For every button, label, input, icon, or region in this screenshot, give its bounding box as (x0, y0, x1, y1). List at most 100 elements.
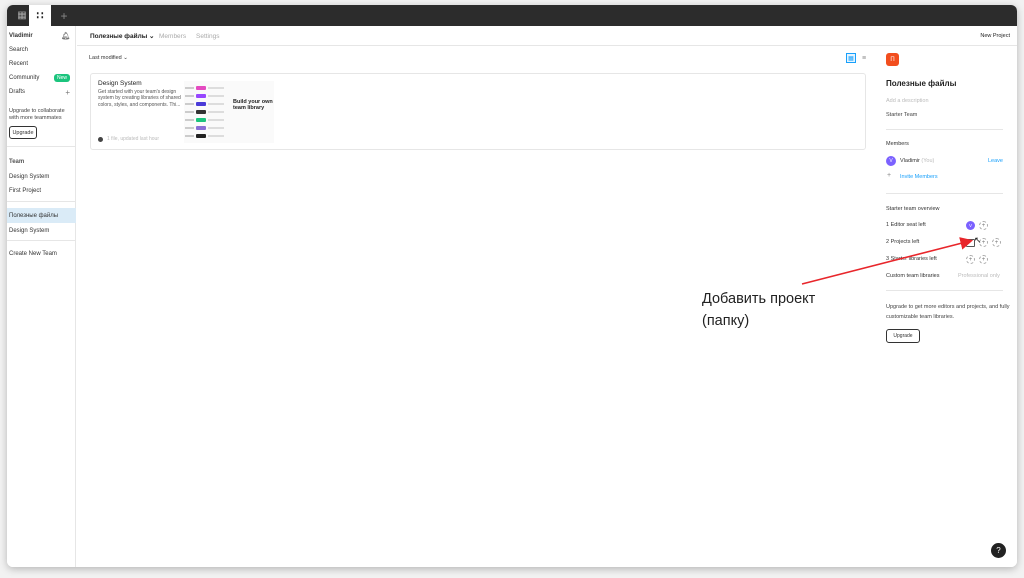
create-new-team-button[interactable]: Create New Team (7, 247, 76, 261)
divider (886, 193, 1003, 194)
sidebar-item-label: Design System (9, 174, 50, 180)
add-library-plus-icon[interactable]: + (966, 255, 975, 264)
sidebar-item-first-project[interactable]: First Project (7, 184, 76, 198)
sidebar-section-label: Team (9, 159, 25, 165)
overview-heading: Starter team overview (886, 206, 940, 212)
thumb-swatch (196, 118, 206, 122)
thumb-line (208, 127, 224, 129)
add-library-plus-icon-2[interactable]: + (979, 255, 988, 264)
annotation-text: Добавить проект (папку) (702, 288, 862, 332)
sort-dropdown[interactable]: Last modified ⌄ (89, 55, 128, 61)
thumb-swatch (196, 134, 206, 138)
thumb-line (185, 135, 194, 137)
avatar: V (886, 156, 896, 166)
sidebar-item-label: Drafts (9, 89, 26, 95)
list-view-icon[interactable]: ≡ (859, 53, 869, 63)
professional-only-label: Professional only (958, 273, 1000, 279)
thumb-line (208, 95, 224, 97)
editor-seats-row: 1 Editor seat left (886, 222, 926, 228)
sidebar-item-useful-files[interactable]: Полезные файлы (7, 208, 76, 223)
thumb-line (185, 111, 194, 113)
description-input[interactable]: Add a description (886, 98, 929, 104)
thumb-swatch (196, 110, 206, 114)
project-card[interactable]: Design System Get started with your team… (90, 73, 866, 150)
team-header: Полезные файлы ⌄ Members Settings New Pr… (77, 26, 1017, 46)
thumb-line (185, 103, 194, 105)
annotation-line-1: Добавить проект (702, 291, 816, 307)
custom-libraries-row: Custom team libraries (886, 273, 940, 279)
grid-view-icon[interactable]: ▦ (846, 53, 856, 63)
members-heading: Members (886, 141, 909, 147)
sidebar-upgrade-button[interactable]: Upgrade (9, 126, 37, 139)
thumb-line (208, 87, 224, 89)
project-status-dot (98, 137, 103, 142)
divider (886, 129, 1003, 130)
annotation-line-2: (папку) (702, 313, 750, 329)
invite-plus-icon[interactable]: + (887, 172, 891, 179)
sidebar-item-label: Полезные файлы (9, 212, 59, 219)
team-title: Полезные файлы (886, 79, 957, 88)
sidebar-item-label: Recent (9, 61, 29, 67)
thumb-line (185, 119, 194, 121)
team-avatar[interactable]: П (886, 53, 899, 66)
plan-label: Starter Team (886, 112, 918, 118)
sidebar-item-design-system[interactable]: Design System (7, 170, 76, 184)
sidebar-item-recent[interactable]: Recent (7, 57, 76, 71)
divider (886, 290, 1003, 291)
invite-members-link[interactable]: Invite Members (900, 174, 938, 180)
new-badge: New (53, 74, 70, 82)
project-meta: 1 file, updated last hour (107, 136, 159, 142)
bell-icon[interactable]: 🔔︎ (61, 32, 70, 40)
leave-team-link[interactable]: Leave (988, 158, 1003, 164)
team-section-heading[interactable]: Team (7, 155, 76, 169)
sidebar-item-label: Community (9, 75, 40, 81)
user-menu[interactable]: Vladimir 🔔︎ (7, 29, 76, 43)
project-description: Get started with your team's design syst… (98, 89, 181, 108)
thumb-swatch (196, 126, 206, 130)
thumb-line (185, 95, 194, 97)
divider (7, 146, 76, 147)
sidebar-item-search[interactable]: Search (7, 43, 76, 57)
add-draft-plus-icon[interactable]: + (65, 88, 70, 97)
project-thumbnail: Build your own team library (184, 81, 274, 143)
new-project-button[interactable]: New Project (980, 26, 1010, 46)
sidebar-item-drafts[interactable]: Drafts + (7, 85, 76, 99)
project-title: Design System (98, 80, 142, 87)
sidebar-item-design-system-2[interactable]: Design System (7, 224, 76, 238)
tab-settings[interactable]: Settings (196, 26, 220, 46)
thumbnail-heading: Build your own team library (233, 99, 273, 111)
team-name-dropdown[interactable]: Полезные файлы ⌄ (90, 26, 155, 46)
mouse-cursor-icon: ↖ (974, 235, 982, 245)
thumb-line (185, 127, 194, 129)
thumb-line (208, 103, 224, 105)
member-name-text: Vladimir (900, 158, 920, 164)
panel-upgrade-button[interactable]: Upgrade (886, 329, 920, 343)
member-name: Vladimir (You) (900, 158, 934, 164)
sidebar: Vladimir 🔔︎ Search Recent Community New … (7, 26, 76, 567)
add-editor-plus-icon[interactable]: + (979, 221, 988, 230)
sidebar-item-community[interactable]: Community New (7, 71, 76, 85)
divider (7, 201, 76, 202)
new-tab-plus-icon[interactable]: + (53, 5, 75, 26)
divider (7, 240, 76, 241)
libraries-left-row: 3 Starter libraries left (886, 256, 937, 262)
user-name: Vladimir (9, 33, 33, 39)
sidebar-item-label: Create New Team (9, 251, 57, 257)
app-window: ▦ ∷ + Vladimir 🔔︎ Search Recent Communit… (7, 5, 1017, 567)
upgrade-description: Upgrade to get more editors and projects… (886, 304, 1010, 320)
help-button[interactable]: ? (991, 543, 1006, 558)
add-project-plus-icon-2[interactable]: + (992, 238, 1001, 247)
tab-members[interactable]: Members (159, 26, 186, 46)
thumb-line (185, 87, 194, 89)
thumb-line (208, 119, 224, 121)
projects-left-row: 2 Projects left (886, 239, 920, 245)
thumb-line (208, 135, 224, 137)
sidebar-item-label: Design System (9, 228, 50, 234)
team-info-panel: П Полезные файлы Add a description Start… (872, 47, 1017, 567)
thumb-swatch (196, 102, 206, 106)
upgrade-prompt: Upgrade to collaborate with more teammat… (9, 108, 65, 121)
figma-file-browser-tab[interactable]: ∷ (29, 5, 51, 26)
thumb-line (208, 111, 224, 113)
member-you-label: (You) (921, 158, 935, 164)
editor-avatar: V (966, 221, 975, 230)
